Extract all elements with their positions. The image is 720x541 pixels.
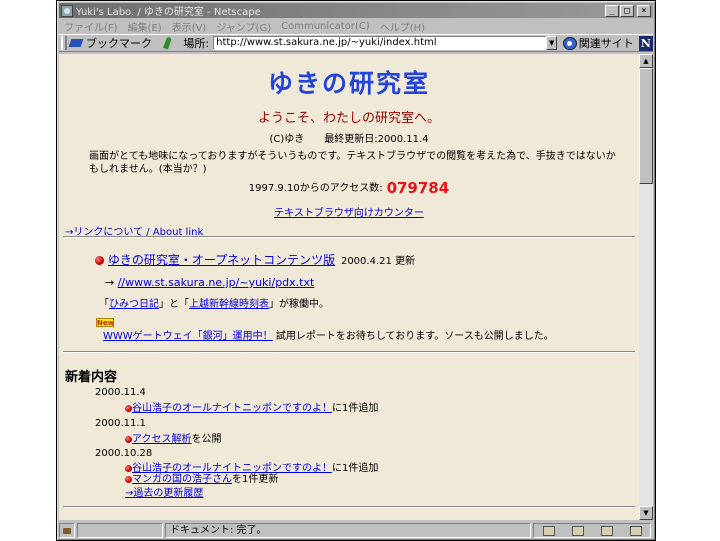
intro-paragraph: 画面がとても地味になっておりますがそういうものです。テキストブラウザでの閲覧を考…: [89, 151, 616, 175]
timetable-link[interactable]: 上越新幹線時刻表: [189, 299, 269, 310]
menu-bar: ファイル(F) 編集(E) 表示(V) ジャンプ(G) Communicator…: [59, 18, 653, 34]
copyright-line: (C)ゆき 最終更新日:2000.11.4: [269, 134, 429, 145]
security-lock-icon[interactable]: [59, 523, 75, 538]
scroll-thumb[interactable]: [639, 68, 653, 184]
maximize-button[interactable]: □: [620, 4, 634, 17]
news-entry: 2000.11.1: [95, 418, 146, 429]
related-sites-button[interactable]: 関連サイト: [579, 35, 634, 51]
browser-window: Yuki's Labo. / ゆきの研究室 - Netscape _ □ × フ…: [56, 0, 656, 541]
whats-new-heading: 新着内容: [65, 370, 118, 385]
text-browser-counter-link[interactable]: テキストブラウザ向けカウンター: [274, 208, 424, 219]
text-counter-row: テキストブラウザ向けカウンター: [59, 204, 639, 219]
news-item-text: に1件追加: [332, 403, 379, 414]
counter-value: 079784: [386, 179, 450, 197]
location-toolbar: ブックマーク 場所: http://www.st.sakura.ne.jp/~y…: [59, 34, 653, 52]
red-ball-icon: [125, 435, 132, 443]
netscape-app-icon[interactable]: [61, 4, 73, 17]
running-quote-mid: 」と「: [159, 299, 189, 310]
news-item: マンガの国の浩子さんを1件更新: [125, 470, 278, 485]
divider: [63, 351, 635, 353]
location-label: 場所:: [183, 37, 210, 50]
news-entry: 2000.10.28: [95, 448, 152, 459]
scroll-up-button[interactable]: ▲: [639, 54, 653, 68]
page-proxy-icon[interactable]: [162, 37, 173, 49]
mail-icon[interactable]: [571, 525, 584, 536]
composer-icon[interactable]: [629, 525, 642, 536]
new-badge: New: [96, 318, 115, 327]
gateway-row: WWWゲートウェイ「銀河」運用中！ 試用レポートをお待ちしております。ソースも公…: [103, 327, 554, 342]
gateway-link[interactable]: WWWゲートウェイ「銀河」運用中！: [103, 331, 273, 342]
news-item-link[interactable]: 谷山浩子のオールナイトニッポンですのよ！: [132, 403, 332, 414]
news-item: アクセス解析を公開: [125, 430, 222, 445]
opennet-link[interactable]: ゆきの研究室・オープネットコンテンツ版: [108, 253, 335, 267]
opennet-updated: 2000.4.21 更新: [340, 256, 416, 267]
close-button[interactable]: ×: [637, 4, 651, 17]
menu-edit[interactable]: 編集(E): [123, 19, 167, 34]
opennet-row: ゆきの研究室・オープネットコンテンツ版 2000.4.21 更新: [95, 251, 415, 268]
bookmark-icon[interactable]: [69, 37, 84, 49]
news-item-link[interactable]: アクセス解析: [132, 434, 192, 445]
red-ball-icon: [125, 475, 132, 483]
news-entry: 2000.11.4: [95, 387, 146, 398]
news-item-text: を1件更新: [232, 474, 279, 485]
gateway-text: 試用レポートをお待ちしております。ソースも公開しました。: [275, 331, 554, 342]
past-history-row: →過去の更新履歴: [125, 484, 203, 499]
progress-bar: [77, 523, 163, 538]
bookmarks-button[interactable]: ブックマーク: [86, 35, 152, 51]
menu-file[interactable]: ファイル(F): [59, 19, 123, 34]
status-bar: ドキュメント: 完了。: [59, 522, 653, 539]
access-counter: 1997.9.10からのアクセス数: 079784: [59, 179, 639, 197]
navigator-icon[interactable]: [542, 525, 555, 536]
news-date: 2000.11.1: [95, 418, 146, 429]
related-sites-icon[interactable]: [563, 36, 577, 50]
netscape-logo[interactable]: N: [638, 35, 653, 51]
counter-label: 1997.9.10からのアクセス数:: [248, 183, 383, 194]
scroll-down-button[interactable]: ▼: [639, 506, 653, 520]
arrow-text: →: [105, 276, 115, 289]
menu-view[interactable]: 表示(V): [167, 19, 212, 34]
news-item-text: を公開: [191, 434, 222, 445]
site-title: ゆきの研究室: [267, 69, 430, 98]
window-title: Yuki's Labo. / ゆきの研究室 - Netscape: [76, 7, 261, 18]
menu-communicator[interactable]: Communicator(C): [276, 21, 375, 32]
running-quote-open: 「: [99, 299, 109, 310]
secret-diary-link[interactable]: ひみつ日記: [109, 299, 159, 310]
welcome-text: ようこそ、わたしの研究室へ。: [257, 111, 440, 126]
pdx-link[interactable]: //www.st.sakura.ne.jp/~yuki/pdx.txt: [118, 276, 315, 289]
title-bar[interactable]: Yuki's Labo. / ゆきの研究室 - Netscape _ □ ×: [59, 3, 653, 18]
discussion-icon[interactable]: [600, 525, 613, 536]
red-ball-icon: [95, 256, 104, 265]
divider: [63, 236, 635, 238]
toolbar-grip[interactable]: [61, 36, 67, 50]
red-ball-icon: [125, 404, 132, 412]
location-dropdown-button[interactable]: ▼: [545, 36, 558, 50]
minimize-button[interactable]: _: [605, 4, 619, 17]
news-date: 2000.11.4: [95, 387, 146, 398]
news-date: 2000.10.28: [95, 448, 153, 459]
component-bar: [533, 523, 651, 538]
vertical-scrollbar[interactable]: ▲ ▼: [639, 54, 653, 520]
past-history-link[interactable]: →過去の更新履歴: [125, 488, 203, 499]
news-item: 谷山浩子のオールナイトニッポンですのよ！に1件追加: [125, 399, 378, 414]
page-viewport[interactable]: ゆきの研究室 ようこそ、わたしの研究室へ。 (C)ゆき 最終更新日:2000.1…: [59, 54, 639, 520]
menu-help[interactable]: ヘルプ(H): [375, 19, 430, 34]
location-input[interactable]: http://www.st.sakura.ne.jp/~yuki/index.h…: [213, 36, 546, 50]
divider: [63, 506, 635, 508]
running-services: 「ひみつ日記」と「上越新幹線時刻表」が稼働中。: [99, 295, 329, 310]
running-tail: 」が稼働中。: [269, 299, 329, 310]
status-text: ドキュメント: 完了。: [165, 523, 531, 538]
menu-go[interactable]: ジャンプ(G): [211, 19, 276, 34]
pdx-row: → //www.st.sakura.ne.jp/~yuki/pdx.txt: [105, 276, 314, 289]
news-item-text: に1件追加: [332, 463, 379, 474]
